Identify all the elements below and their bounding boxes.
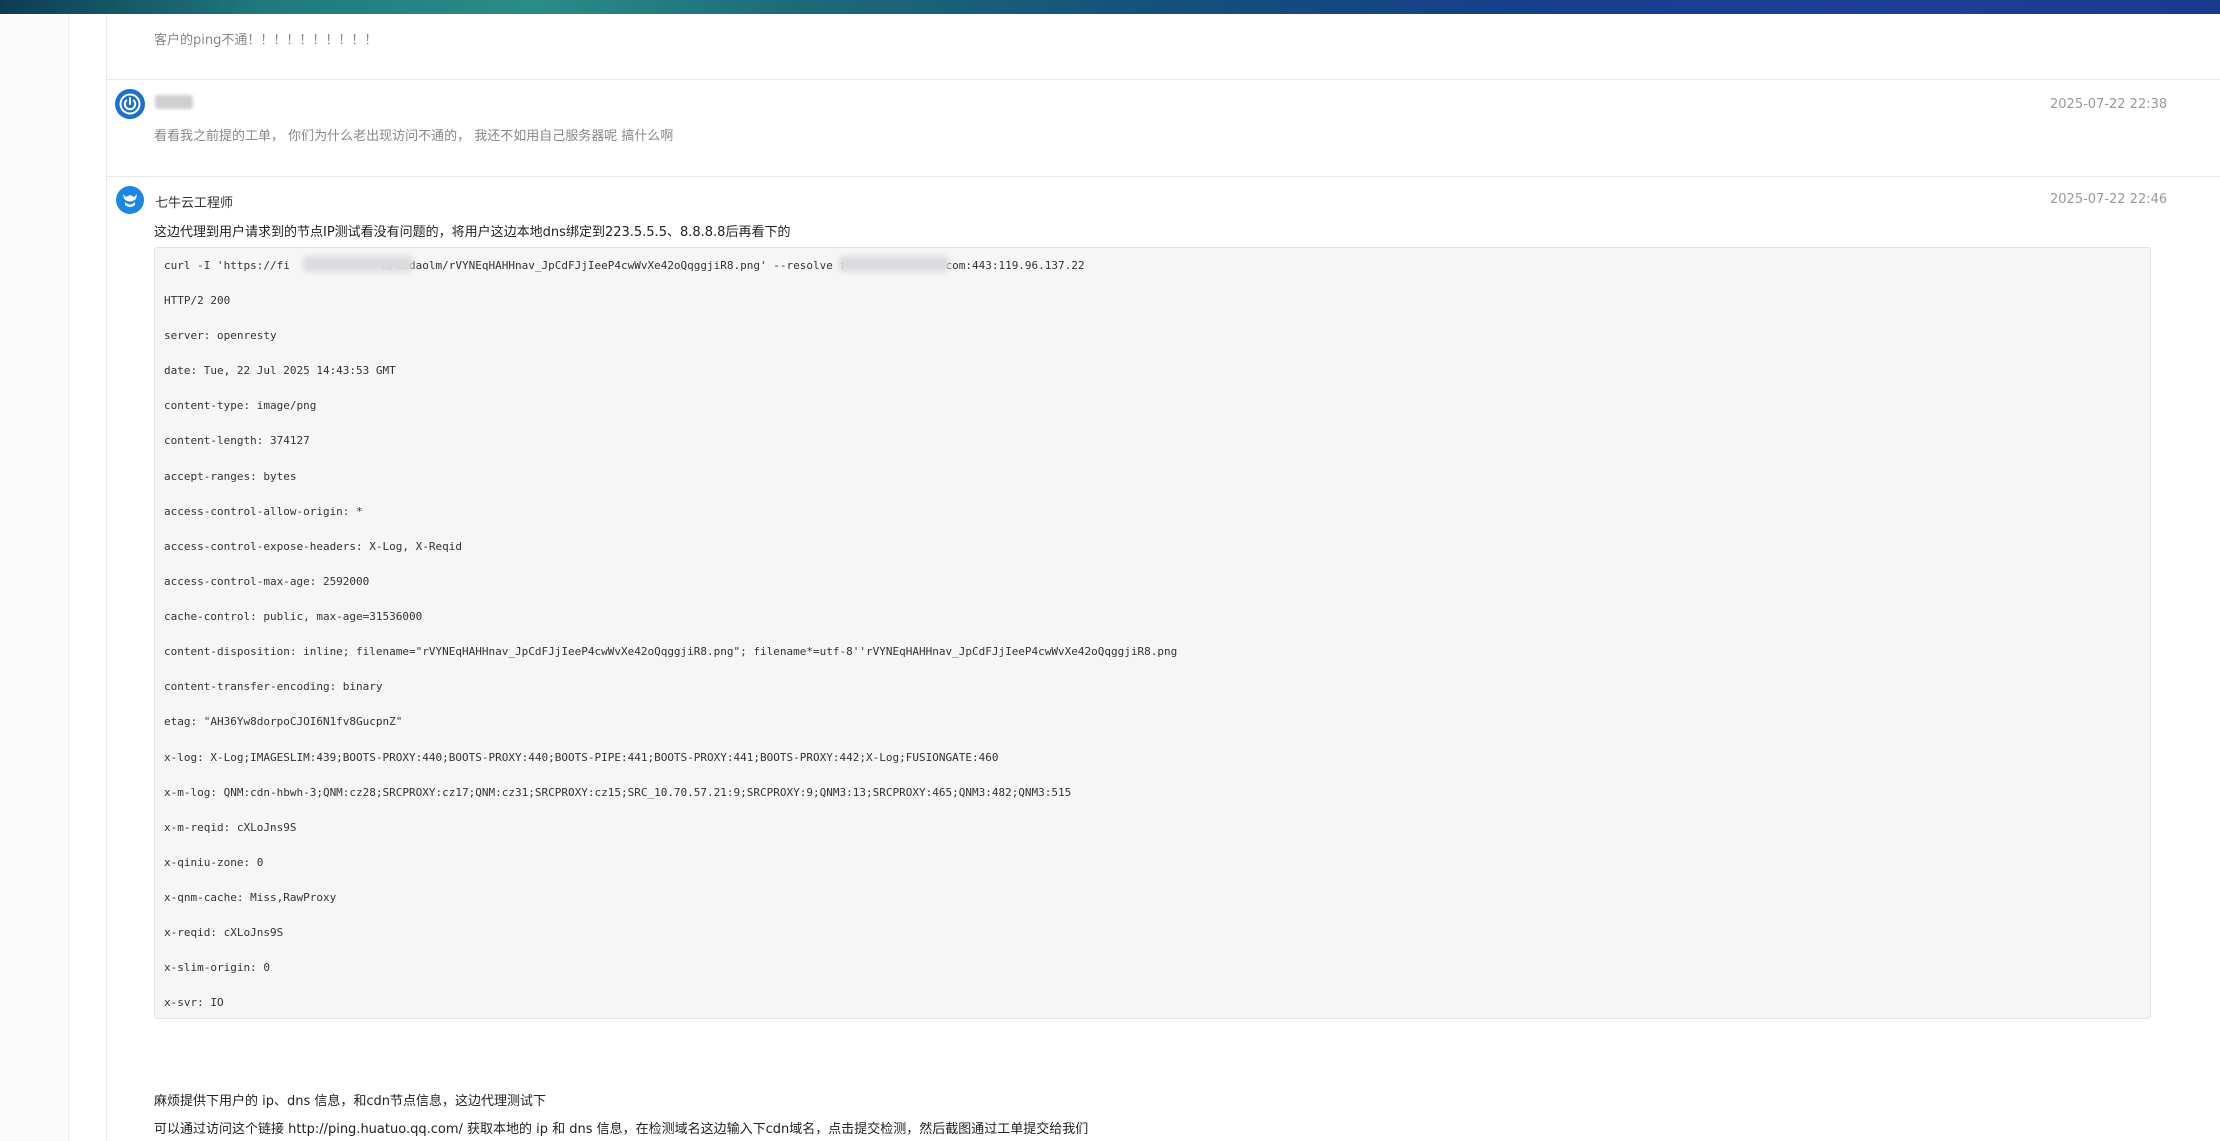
message-body: 客户的ping不通！！！！！！！！！！ [154,33,378,48]
code-line: x-qiniu-zone: 0 [164,856,264,869]
code-line: content-transfer-encoding: binary [164,680,383,693]
message-timestamp: 2025-07-22 22:46 [2050,192,2168,207]
author-name: 七牛云工程师 [155,196,234,211]
code-line: date: Tue, 22 Jul 2025 14:43:53 GMT [164,364,396,377]
message-separator [107,176,2220,177]
redaction-mask [303,256,413,272]
support-engineer-icon [115,185,145,215]
code-line: access-control-max-age: 2592000 [164,575,370,588]
ticket-conversation-page: 客户的ping不通！！！！！！！！！！ 2025-07-22 22:38 看看我… [0,0,2220,1141]
power-icon [115,89,145,119]
message-separator [107,79,2220,80]
redaction-mask [839,256,949,272]
code-line: server: openresty [164,329,277,342]
code-block: curl -I 'https://fi m/dedaolm/rVYNEqHAHH… [154,247,2151,1019]
code-line: content-type: image/png [164,399,317,412]
code-line: access-control-allow-origin: * [164,505,363,518]
message-timestamp: 2025-07-22 22:38 [2050,97,2168,112]
top-banner [0,0,2220,14]
left-rail [0,14,68,1141]
message-intro: 这边代理到用户请求到的节点IP测试看没有问题的，将用户这边本地dns绑定到223… [154,225,791,240]
code-line: etag: "AH36Yw8dorpoCJOI6N1fv8GucpnZ" [164,715,403,728]
thread-divider [106,14,107,1141]
code-line: x-qnm-cache: Miss,RawProxy [164,891,337,904]
code-line: content-disposition: inline; filename="r… [164,645,1178,658]
code-line: HTTP/2 200 [164,294,231,307]
message-followup: 麻烦提供下用户的 ip、dns 信息，和cdn节点信息，这边代理测试下 [154,1094,547,1109]
code-line: x-slim-origin: 0 [164,961,270,974]
code-line: cache-control: public, max-age=31536000 [164,610,423,623]
code-line: accept-ranges: bytes [164,470,297,483]
code-line: access-control-expose-headers: X-Log, X-… [164,540,463,553]
code-line: x-log: X-Log;IMAGESLIM:439;BOOTS-PROXY:4… [164,751,999,764]
message-followup: 可以通过访问这个链接 http://ping.huatuo.qq.com/ 获取… [154,1122,1089,1137]
code-line: x-svr: IO [164,996,224,1009]
author-name-redacted [155,95,193,109]
code-line: x-m-reqid: cXLoJns9S [164,821,297,834]
message-body: 看看我之前提的工单， 你们为什么老出现访问不通的， 我还不如用自己服务器呢 搞什… [154,129,674,144]
code-line: content-length: 374127 [164,434,310,447]
code-line: x-reqid: cXLoJns9S [164,926,284,939]
code-line: x-m-log: QNM:cdn-hbwh-3;QNM:cz28;SRCPROX… [164,786,1072,799]
left-rail-divider [68,14,69,1141]
